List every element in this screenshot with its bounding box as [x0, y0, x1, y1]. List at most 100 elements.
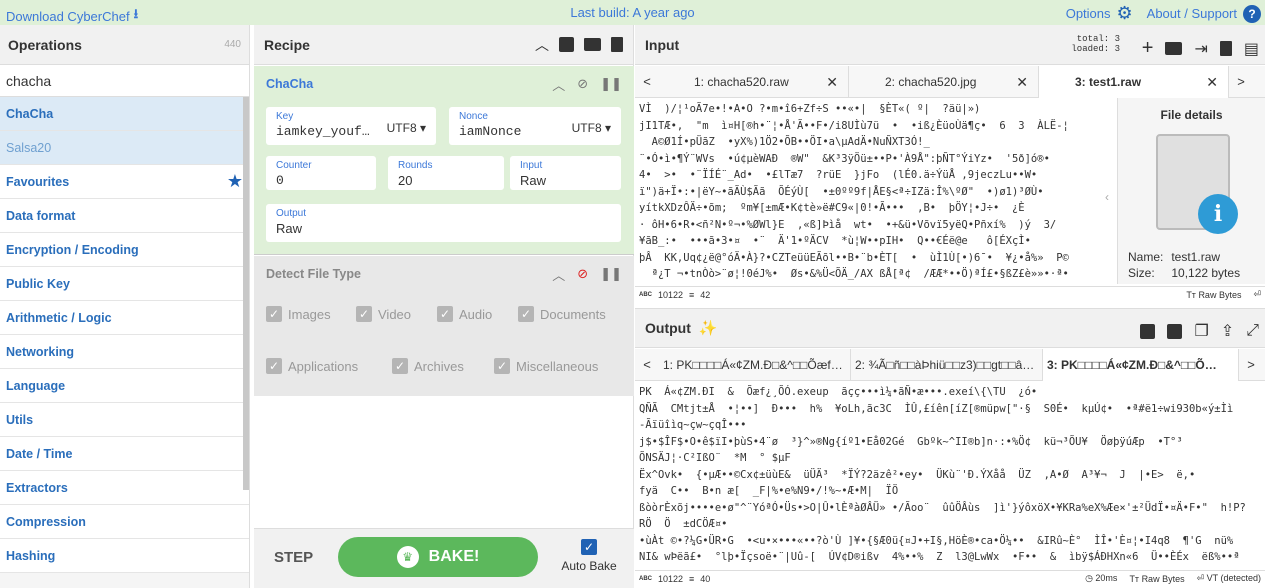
nonce-format-dropdown[interactable]: UTF8 ▾: [572, 121, 611, 135]
chevron-right-icon[interactable]: >: [1229, 66, 1253, 97]
eol-icon[interactable]: ⏎: [1253, 289, 1261, 300]
close-icon[interactable]: ✕: [826, 74, 838, 91]
category-favourites[interactable]: Favourites ★: [0, 165, 249, 199]
input-format-field[interactable]: Input Raw: [510, 156, 621, 190]
input-tab-2[interactable]: 2: chacha520.jpg ✕: [849, 66, 1039, 98]
replace-input-icon[interactable]: ⇪: [1221, 321, 1234, 341]
key-format-dropdown[interactable]: UTF8 ▾: [387, 121, 426, 135]
trash-icon[interactable]: [1219, 41, 1232, 56]
op-result-salsa20[interactable]: Salsa20: [0, 131, 249, 165]
maximise-icon[interactable]: ⤢: [1246, 322, 1259, 340]
input-header: Input total: 3 loaded: 3 + ⇥ ▤: [635, 25, 1265, 65]
checkbox-audio[interactable]: ✓ Audio: [437, 306, 492, 322]
counter-value[interactable]: 0: [276, 173, 366, 188]
op-result-chacha[interactable]: ChaCha: [0, 97, 249, 131]
magic-wand-icon[interactable]: ✨: [699, 319, 718, 337]
chevron-up-icon[interactable]: ︿: [552, 265, 565, 284]
category-extractors[interactable]: Extractors: [0, 471, 249, 505]
pause-icon[interactable]: ❚❚: [600, 76, 622, 92]
nonce-field[interactable]: Nonce iamNonce UTF8 ▾: [449, 107, 621, 145]
auto-bake-checkbox[interactable]: ✓ Auto Bake: [554, 539, 624, 573]
category-data-format[interactable]: Data format: [0, 199, 249, 233]
disable-icon[interactable]: ⊘: [577, 76, 588, 92]
operations-header: Operations 440: [0, 25, 249, 65]
checkbox-images[interactable]: ✓ Images: [266, 306, 331, 322]
category-language[interactable]: Language: [0, 369, 249, 403]
bake-button[interactable]: ♛ BAKE!: [338, 537, 538, 577]
input-statusbar: ABC 10122 ≡ 42 Tт Raw Bytes ⏎: [635, 286, 1265, 302]
folder-icon[interactable]: [584, 38, 601, 51]
input-encoding[interactable]: Tт Raw Bytes: [1186, 290, 1241, 300]
output-encoding[interactable]: Tт Raw Bytes: [1129, 574, 1184, 584]
trash-icon[interactable]: [611, 37, 623, 52]
close-icon[interactable]: ✕: [1016, 74, 1028, 91]
output-header: Output ✨ ❐ ⇪ ⤢: [635, 308, 1265, 348]
key-field[interactable]: Key iamkey_youf… UTF8 ▾: [266, 107, 436, 145]
category-encryption[interactable]: Encryption / Encoding: [0, 233, 249, 267]
chevron-up-icon[interactable]: ︿: [552, 75, 565, 94]
output-tab-2[interactable]: 2: ¾Ã□ñ□□àÞhiü□□z3)□□gt□□â…: [851, 349, 1043, 381]
rounds-label: Rounds: [398, 160, 433, 171]
checkbox-miscellaneous[interactable]: ✓ Miscellaneous: [494, 358, 598, 374]
rounds-value[interactable]: 20: [398, 173, 494, 188]
input-tab-1[interactable]: 1: chacha520.raw ✕: [659, 66, 849, 98]
output-textarea[interactable]: PK Á«¢ZM.ÐI & Õæf¿¸ÕÓ.exeup ãçç•••ì¼•ãÑ•…: [635, 382, 1265, 569]
category-compression[interactable]: Compression: [0, 505, 249, 539]
rounds-field[interactable]: Rounds 20: [388, 156, 504, 190]
output-format-field[interactable]: Output Raw: [266, 204, 621, 242]
save-icon[interactable]: [559, 37, 574, 52]
input-encoding-value: Raw Bytes: [1198, 289, 1242, 300]
chevron-right-icon[interactable]: >: [1239, 349, 1263, 380]
operations-search[interactable]: [0, 65, 249, 97]
download-icon[interactable]: [1140, 323, 1156, 339]
help-icon[interactable]: ?: [1243, 4, 1261, 23]
counter-field[interactable]: Counter 0: [266, 156, 376, 190]
options-link[interactable]: Options: [1066, 6, 1111, 21]
layout-icon[interactable]: ▤: [1244, 39, 1259, 59]
about-link[interactable]: About / Support: [1147, 6, 1237, 21]
category-arithmetic[interactable]: Arithmetic / Logic: [0, 301, 249, 335]
checkbox-video[interactable]: ✓ Video: [356, 306, 411, 322]
text-line: j$•$ÎF$•O•ê$ïI•þùS•4¨ø ³}^»®Ng{íº1•Eå02G…: [639, 435, 1183, 448]
text-line: RÖ Ö ±dCÖÆ¤•: [639, 518, 728, 530]
input-line-count: 42: [700, 289, 711, 300]
plus-icon[interactable]: +: [1142, 37, 1154, 60]
output-format-value[interactable]: Raw: [276, 221, 611, 236]
gear-icon[interactable]: ⚙: [1117, 3, 1133, 24]
download-link[interactable]: Download CyberChef ⭳: [6, 5, 138, 27]
stats-loaded: loaded: 3: [1071, 44, 1120, 54]
input-format-value[interactable]: Raw: [520, 173, 611, 188]
checkbox-applications[interactable]: ✓ Applications: [266, 358, 358, 374]
step-button[interactable]: STEP: [274, 549, 313, 566]
disable-icon[interactable]: ⊘: [577, 266, 588, 282]
category-networking[interactable]: Networking: [0, 335, 249, 369]
key-value[interactable]: iamkey_youf…: [276, 124, 376, 139]
category-date-time[interactable]: Date / Time: [0, 437, 249, 471]
checkbox-archives[interactable]: ✓ Archives: [392, 358, 464, 374]
category-hashing[interactable]: Hashing: [0, 539, 249, 573]
pause-icon[interactable]: ❚❚: [600, 266, 622, 282]
import-icon[interactable]: ⇥: [1194, 39, 1207, 59]
output-tab-3[interactable]: 3: PK□□□□Á«¢ZM.Ð□&^□□Õ…: [1043, 349, 1239, 381]
checkbox-documents[interactable]: ✓ Documents: [518, 306, 606, 322]
operations-scrollbar[interactable]: [243, 97, 249, 490]
close-icon[interactable]: ✕: [1206, 74, 1218, 91]
chevron-up-icon[interactable]: ︿: [535, 35, 549, 55]
nonce-format-value: UTF8: [571, 121, 602, 135]
chevron-left-icon[interactable]: <: [635, 349, 659, 380]
search-input[interactable]: [6, 72, 243, 89]
input-textarea[interactable]: VÌ )/¦¹oÃ7e•!•A•O ?•m•î6+Zf÷S ••«•| §ÈT«…: [635, 99, 1105, 284]
input-char-count: 10122: [658, 289, 684, 300]
save-icon[interactable]: [1167, 323, 1183, 339]
category-public-key[interactable]: Public Key: [0, 267, 249, 301]
copy-icon[interactable]: ❐: [1194, 321, 1208, 341]
input-tab-3[interactable]: 3: test1.raw ✕: [1039, 66, 1229, 98]
category-utils[interactable]: Utils: [0, 403, 249, 437]
text-line: QÑÃ CMtjt±Å •¦••] Ð••• h% ¥oLh,ãc3C ÌÛ,£…: [639, 402, 1234, 415]
resize-handle-icon[interactable]: ‹: [1105, 190, 1109, 204]
folder-icon[interactable]: [1165, 42, 1183, 55]
output-tab-1[interactable]: 1: PK□□□□Á«¢ZM.Ð□&^□□Õæf…: [659, 349, 851, 381]
output-eol[interactable]: ⏎ VT (detected): [1197, 573, 1261, 584]
chevron-left-icon[interactable]: <: [635, 66, 659, 97]
text-line: ª¿T ¬•tnÒò>¨ø¦!0éJ%• Øs•&%Ü<ÕÄ_/AX ßÅ[ª¢…: [639, 268, 1069, 280]
